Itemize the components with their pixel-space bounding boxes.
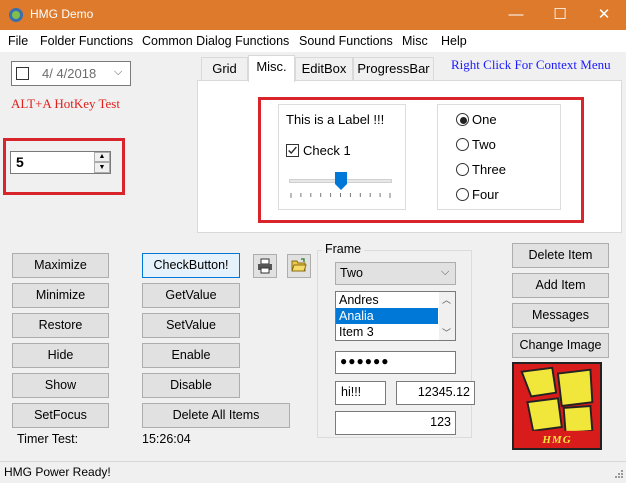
radio-one-label: One	[472, 112, 497, 127]
slider-ticks	[290, 193, 391, 198]
check-1-checkbox[interactable]	[286, 144, 299, 157]
change-image-button[interactable]: Change Image	[512, 333, 609, 358]
radio-three-label: Three	[472, 162, 506, 177]
chevron-down-icon[interactable]: ⌵	[114, 66, 122, 79]
timer-value: 15:26:04	[142, 432, 191, 446]
menu-sound-functions[interactable]: Sound Functions	[299, 34, 393, 48]
check-1-label: Check 1	[303, 143, 351, 158]
scroll-up-icon[interactable]: ︿	[442, 293, 451, 306]
menu-help[interactable]: Help	[441, 34, 467, 48]
logo-caption: HMG	[542, 434, 572, 446]
add-item-button[interactable]: Add Item	[512, 273, 609, 298]
minimize-action-button[interactable]: Minimize	[12, 283, 109, 308]
frame-combobox-value: Two	[340, 266, 363, 280]
getvalue-button[interactable]: GetValue	[142, 283, 240, 308]
radio-one[interactable]	[456, 113, 469, 126]
menu-folder-functions[interactable]: Folder Functions	[40, 34, 133, 48]
radio-four[interactable]	[456, 188, 469, 201]
disable-button[interactable]: Disable	[142, 373, 240, 398]
restore-button[interactable]: Restore	[12, 313, 109, 338]
enable-button[interactable]: Enable	[142, 343, 240, 368]
chevron-down-icon[interactable]: ⌵	[441, 266, 449, 279]
context-menu-hint: Right Click For Context Menu	[451, 57, 611, 72]
text-field-value: hi!!!	[341, 385, 362, 399]
print-button[interactable]	[253, 254, 277, 278]
spinner-down-button[interactable]: ▼	[94, 162, 110, 173]
messages-button[interactable]: Messages	[512, 303, 609, 328]
list-item[interactable]: Item 3	[336, 324, 455, 340]
printer-icon	[258, 258, 272, 274]
maximize-button[interactable]: ☐	[538, 0, 582, 30]
slider-thumb[interactable]	[334, 172, 347, 190]
radio-two-label: Two	[472, 137, 496, 152]
menu-file[interactable]: File	[8, 34, 28, 48]
scroll-down-icon[interactable]: ﹀	[442, 326, 451, 339]
integer-field-value: 123	[430, 415, 451, 429]
hmg-logo-image: HMG	[512, 362, 602, 450]
misc-label: This is a Label !!!	[286, 112, 385, 127]
spinner-value: 5	[16, 154, 24, 170]
date-picker-value: 4/ 4/2018	[42, 66, 97, 81]
resize-grip-icon[interactable]	[612, 469, 624, 481]
radio-two[interactable]	[456, 138, 469, 151]
folder-open-icon	[291, 258, 307, 272]
delete-all-items-button[interactable]: Delete All Items	[142, 403, 290, 428]
setfocus-button[interactable]: SetFocus	[12, 403, 109, 428]
timer-label: Timer Test:	[17, 432, 79, 446]
number-field-value: 12345.12	[417, 385, 470, 399]
delete-item-button[interactable]: Delete Item	[512, 243, 609, 268]
checkmark-icon	[288, 146, 297, 155]
password-value: ●●●●●●	[340, 354, 390, 368]
tab-grid[interactable]: Grid	[201, 57, 248, 80]
tab-progressbar[interactable]: ProgressBar	[353, 57, 434, 80]
date-picker-checkbox[interactable]	[16, 67, 29, 80]
frame-listbox[interactable]: Andres Analia Item 3	[335, 291, 456, 341]
spinner-up-button[interactable]: ▲	[94, 152, 110, 162]
radio-four-label: Four	[472, 187, 499, 202]
hide-button[interactable]: Hide	[12, 343, 109, 368]
minimize-button[interactable]: —	[494, 0, 538, 30]
setvalue-button[interactable]: SetValue	[142, 313, 240, 338]
list-item[interactable]: Analia	[336, 308, 438, 324]
checkbutton-toggle[interactable]: CheckButton!	[142, 253, 240, 278]
menu-misc[interactable]: Misc	[402, 34, 428, 48]
app-icon	[9, 8, 23, 22]
show-button[interactable]: Show	[12, 373, 109, 398]
tab-editbox[interactable]: EditBox	[295, 57, 353, 80]
radio-three[interactable]	[456, 163, 469, 176]
list-item[interactable]: Andres	[336, 292, 455, 308]
menu-common-dialog-functions[interactable]: Common Dialog Functions	[142, 34, 289, 48]
close-button[interactable]: ✕	[582, 0, 626, 30]
tab-misc[interactable]: Misc.	[248, 55, 295, 82]
window-title: HMG Demo	[30, 7, 94, 21]
hotkey-label: ALT+A HotKey Test	[11, 96, 120, 111]
maximize-action-button[interactable]: Maximize	[12, 253, 109, 278]
status-text: HMG Power Ready!	[4, 465, 111, 479]
open-folder-button[interactable]	[287, 254, 311, 278]
frame-title: Frame	[322, 242, 365, 256]
